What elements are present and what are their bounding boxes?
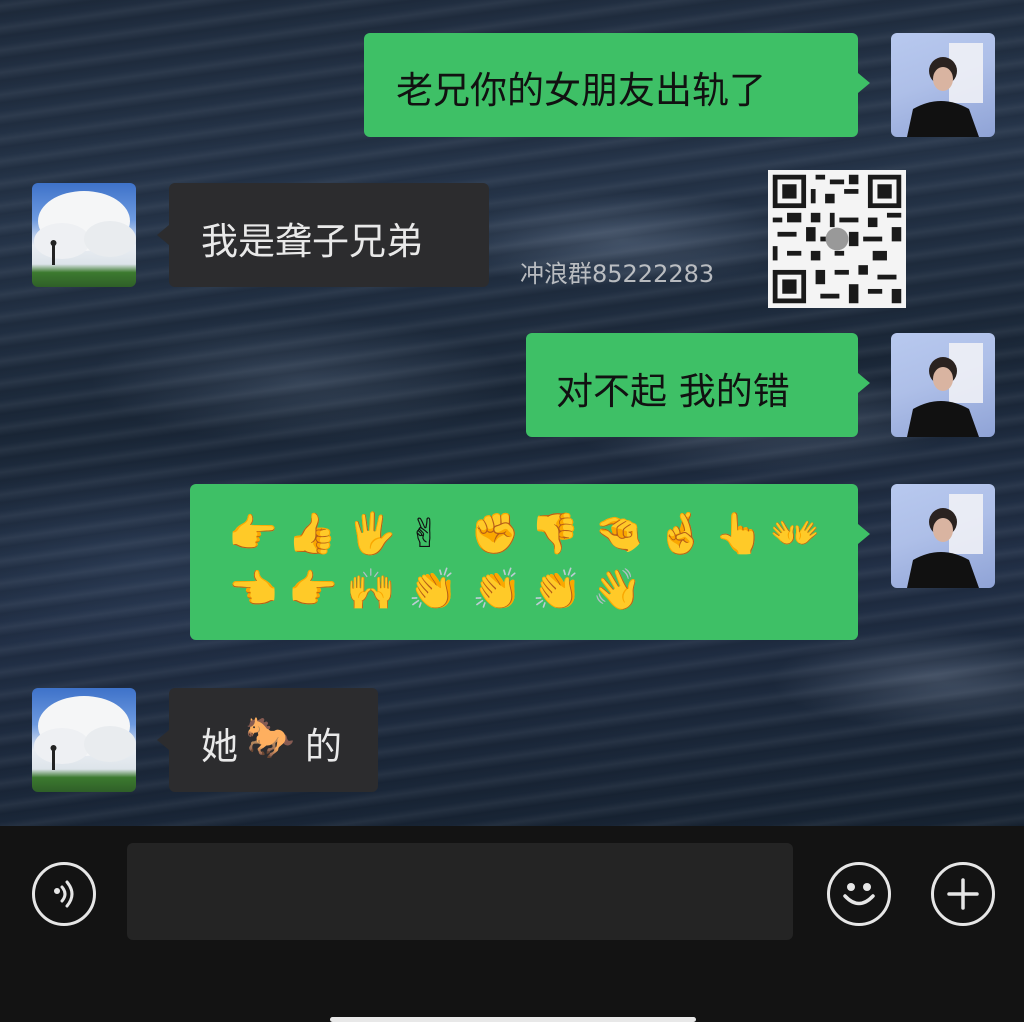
horse-emoji: 🐎 [245, 715, 295, 761]
emoji: 🤞 [656, 511, 706, 557]
emoji: 👐 [770, 511, 820, 557]
bubble-tail [858, 373, 870, 393]
avatar-self[interactable] [891, 333, 995, 437]
message-bubble-friend[interactable]: 我是聋子兄弟 [169, 183, 489, 287]
emoji: 👎 [530, 511, 580, 557]
avatar-self[interactable] [891, 484, 995, 588]
voice-icon[interactable] [32, 862, 96, 926]
message-text: 的 [305, 725, 342, 768]
bubble-tail [858, 524, 870, 544]
emoji: 👉 [228, 511, 278, 557]
message-text: 她 [201, 725, 238, 768]
emoji: 🤏 [594, 511, 644, 557]
emoji: 👍 [287, 511, 337, 557]
emoji: 👏 [532, 567, 582, 613]
avatar-friend[interactable] [32, 183, 136, 287]
message-text: 对不起 我的错 [556, 370, 790, 413]
home-indicator [330, 1017, 696, 1022]
bubble-tail [858, 73, 870, 93]
emoji: 🙌 [346, 567, 396, 613]
avatar-friend[interactable] [32, 688, 136, 792]
watermark-text: 冲浪群85222283 [520, 260, 715, 288]
message-input[interactable] [127, 843, 793, 940]
message-text: 老兄你的女朋友出轨了 [396, 69, 766, 112]
emoji: 👉 [288, 567, 338, 613]
message-bubble-self[interactable]: 老兄你的女朋友出轨了 [364, 33, 858, 137]
bubble-tail [157, 225, 169, 245]
plus-icon[interactable] [931, 862, 995, 926]
qr-code [768, 170, 906, 308]
emoji: ✊ [470, 511, 520, 557]
avatar-self[interactable] [891, 33, 995, 137]
message-bubble-self[interactable]: 对不起 我的错 [526, 333, 858, 437]
emoji: 👋 [592, 567, 642, 613]
emoji: 👈 [228, 567, 278, 613]
bubble-tail [157, 730, 169, 750]
message-bubble-friend[interactable]: 她 🐎 的 [169, 688, 378, 792]
smiley-icon[interactable] [827, 862, 891, 926]
emoji: 👏 [472, 567, 522, 613]
emoji: ✌ [408, 511, 442, 557]
emoji: 🖐 [347, 511, 397, 557]
emoji: 👏 [408, 567, 458, 613]
message-bubble-emoji[interactable]: 👉 👍 🖐 ✌ ✊ 👎 🤏 🤞 👆 👐 👈 👉 🙌 👏 👏 👏 👋 [190, 484, 858, 640]
emoji: 👆 [714, 511, 764, 557]
message-text: 我是聋子兄弟 [201, 220, 423, 263]
